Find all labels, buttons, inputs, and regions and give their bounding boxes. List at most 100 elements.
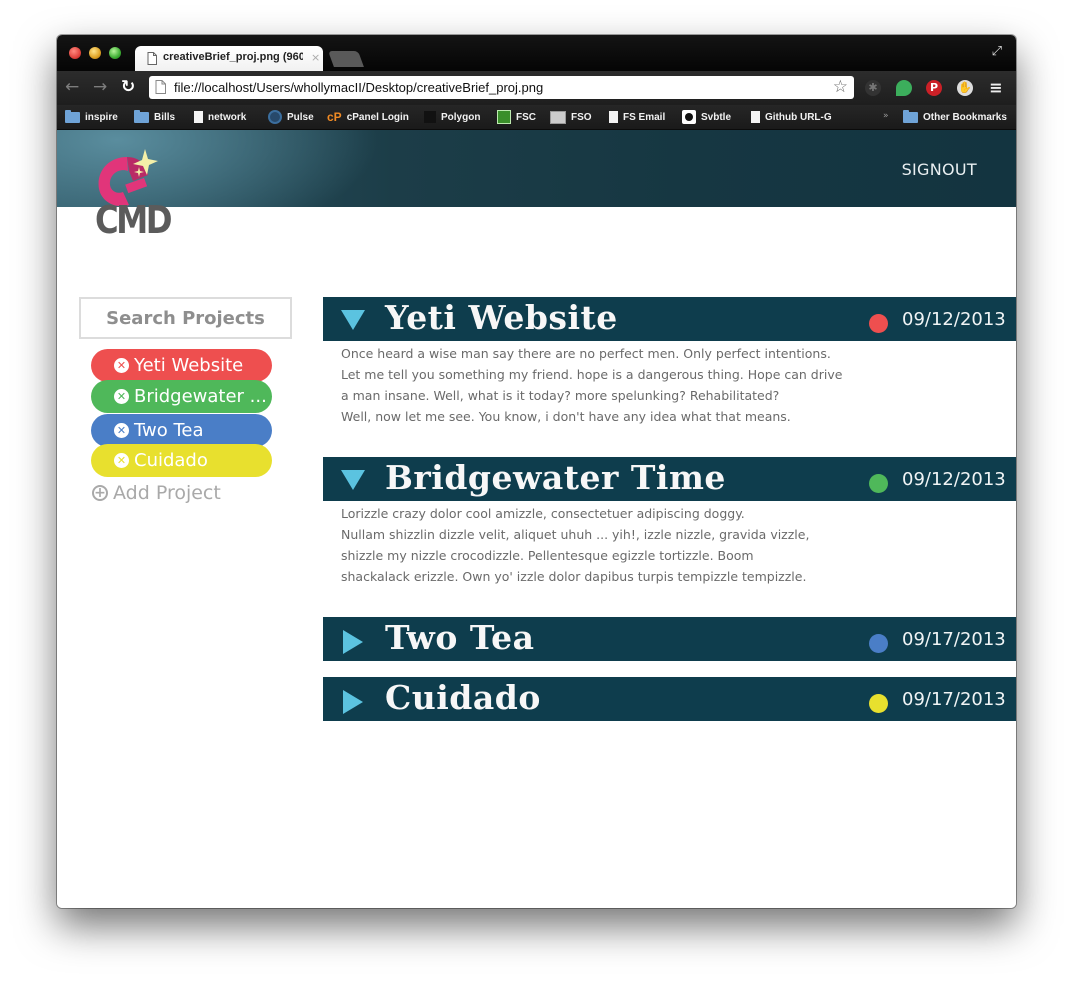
project-header-two-tea[interactable]: Two Tea 09/17/2013	[323, 617, 1016, 661]
bookmark-label: Svbtle	[701, 111, 732, 123]
url-input[interactable]	[174, 77, 814, 98]
address-bar[interactable]: ☆	[149, 76, 854, 99]
remove-x-icon[interactable]: ✕	[114, 358, 129, 373]
bookmark-label: FSC	[516, 111, 536, 123]
search-projects-input[interactable]	[81, 299, 290, 337]
description-line: Lorizzle crazy dolor cool amizzle, conse…	[341, 506, 745, 521]
bookmark-label: Github URL-G	[765, 111, 832, 123]
remove-x-icon[interactable]: ✕	[114, 453, 129, 468]
browser-window: creativeBrief_proj.png (960×62 × ⤢ ← → ↻…	[57, 35, 1016, 908]
project-tag-label: Bridgewater ...	[134, 386, 267, 407]
bookmark-label: cPanel Login	[346, 111, 409, 123]
project-tag-yeti-website[interactable]: ✕ Yeti Website	[91, 349, 272, 382]
project-date: 09/12/2013	[902, 309, 1006, 330]
bookmark-label: FS Email	[623, 111, 666, 123]
adblock-extension-icon[interactable]: ✋	[957, 80, 973, 96]
bookmark-label: Pulse	[287, 111, 314, 123]
description-line: Well, now let me see. You know, i don't …	[341, 409, 791, 424]
bookmark-github[interactable]: Github URL-G	[751, 109, 832, 125]
bookmarks-overflow-chevron[interactable]: »	[883, 111, 889, 121]
gear-extension-icon[interactable]: ✱	[865, 80, 881, 96]
remove-x-icon[interactable]: ✕	[114, 423, 129, 438]
svbtle-icon	[682, 110, 696, 124]
folder-icon	[65, 109, 80, 123]
description-line: Nullam shizzlin dizzle velit, aliquet uh…	[341, 527, 810, 542]
reload-icon[interactable]: ↻	[121, 77, 135, 97]
folder-icon	[134, 109, 149, 123]
remove-x-icon[interactable]: ✕	[114, 389, 129, 404]
project-date: 09/17/2013	[902, 689, 1006, 710]
search-projects-box[interactable]	[79, 297, 292, 339]
project-tag-cuidado[interactable]: ✕ Cuidado	[91, 444, 272, 477]
browser-toolbar: ← → ↻ ☆ ✱ P ✋ ≡	[57, 71, 1016, 105]
bookmark-pulse[interactable]: Pulse	[268, 109, 314, 125]
pinterest-extension-icon[interactable]: P	[926, 80, 942, 96]
bookmark-label: Bills	[154, 111, 176, 123]
status-dot	[869, 314, 888, 333]
expand-triangle-icon[interactable]	[341, 630, 365, 654]
fsc-icon	[497, 110, 511, 124]
bookmark-fso[interactable]: FSO	[550, 109, 592, 125]
project-tag-two-tea[interactable]: ✕ Two Tea	[91, 414, 272, 447]
description-line: shackalack erizzle. Own yo' izzle dolor …	[341, 569, 807, 584]
bookmark-network[interactable]: network	[194, 109, 246, 125]
cpanel-icon: cP	[327, 110, 342, 124]
project-header-cuidado[interactable]: Cuidado 09/17/2013	[323, 677, 1016, 721]
description-line: Let me tell you something my friend. hop…	[341, 367, 843, 382]
project-date: 09/17/2013	[902, 629, 1006, 650]
project-title: Cuidado	[385, 678, 541, 717]
fullscreen-icon[interactable]: ⤢	[992, 44, 1002, 59]
bookmark-fs-email[interactable]: FS Email	[609, 109, 665, 125]
doc-icon	[194, 111, 203, 123]
bookmark-fsc[interactable]: FSC	[497, 109, 536, 125]
status-dot	[869, 634, 888, 653]
file-icon	[147, 52, 157, 65]
bookmark-label: network	[208, 111, 247, 123]
new-tab-button[interactable]	[328, 51, 364, 67]
menu-icon[interactable]: ≡	[988, 80, 1004, 96]
other-bookmarks[interactable]: Other Bookmarks	[903, 109, 1007, 125]
project-title: Bridgewater Time	[385, 458, 726, 497]
close-window-button[interactable]	[69, 47, 81, 59]
collapse-triangle-icon[interactable]	[341, 470, 365, 490]
bookmarks-bar: inspire Bills network Pulse cP cPanel Log…	[57, 105, 1016, 130]
browser-tab-active[interactable]: creativeBrief_proj.png (960×62 ×	[135, 46, 323, 71]
expand-triangle-icon[interactable]	[341, 690, 365, 714]
web-page: SIGNOUT CMD ✕ Yeti Website ✕ Bridgewater…	[57, 130, 1016, 908]
signout-link[interactable]: SIGNOUT	[902, 160, 977, 179]
evernote-extension-icon[interactable]	[896, 80, 912, 96]
doc-icon	[609, 111, 618, 123]
site-header: SIGNOUT	[57, 130, 1016, 207]
minimize-window-button[interactable]	[89, 47, 101, 59]
logo-text: CMD	[95, 198, 173, 242]
doc-icon	[751, 111, 760, 123]
project-date: 09/12/2013	[902, 469, 1006, 490]
project-header-yeti-website[interactable]: Yeti Website 09/12/2013	[323, 297, 1016, 341]
bookmark-bills[interactable]: Bills	[134, 109, 175, 125]
tab-title: creativeBrief_proj.png (960×62	[163, 51, 303, 63]
bookmark-star-icon[interactable]: ☆	[833, 77, 848, 97]
plus-circle-icon: +	[92, 485, 108, 501]
bookmark-polygon[interactable]: Polygon	[424, 109, 480, 125]
project-header-bridgewater-time[interactable]: Bridgewater Time 09/12/2013	[323, 457, 1016, 501]
bookmark-label: inspire	[85, 111, 118, 123]
description-line: a man insane. Well, what is it today? mo…	[341, 388, 780, 403]
bookmark-svbtle[interactable]: Svbtle	[682, 109, 731, 125]
add-project-button[interactable]: + Add Project	[92, 482, 221, 504]
collapse-triangle-icon[interactable]	[341, 310, 365, 330]
project-tag-bridgewater[interactable]: ✕ Bridgewater ...	[91, 380, 272, 413]
tab-close-icon[interactable]: ×	[311, 51, 320, 64]
bookmark-cpanel[interactable]: cP cPanel Login	[327, 109, 409, 125]
bookmark-label: Other Bookmarks	[923, 111, 1007, 123]
zoom-window-button[interactable]	[109, 47, 121, 59]
description-line: Once heard a wise man say there are no p…	[341, 346, 831, 361]
project-title: Two Tea	[385, 618, 535, 657]
bookmark-inspire[interactable]: inspire	[65, 109, 118, 125]
pulse-icon	[268, 110, 282, 124]
bookmark-label: FSO	[571, 111, 592, 123]
forward-arrow-icon[interactable]: →	[93, 77, 107, 97]
page-icon	[155, 80, 166, 94]
back-arrow-icon[interactable]: ←	[65, 77, 79, 97]
bookmark-label: Polygon	[441, 111, 481, 123]
project-tag-label: Two Tea	[134, 420, 204, 441]
